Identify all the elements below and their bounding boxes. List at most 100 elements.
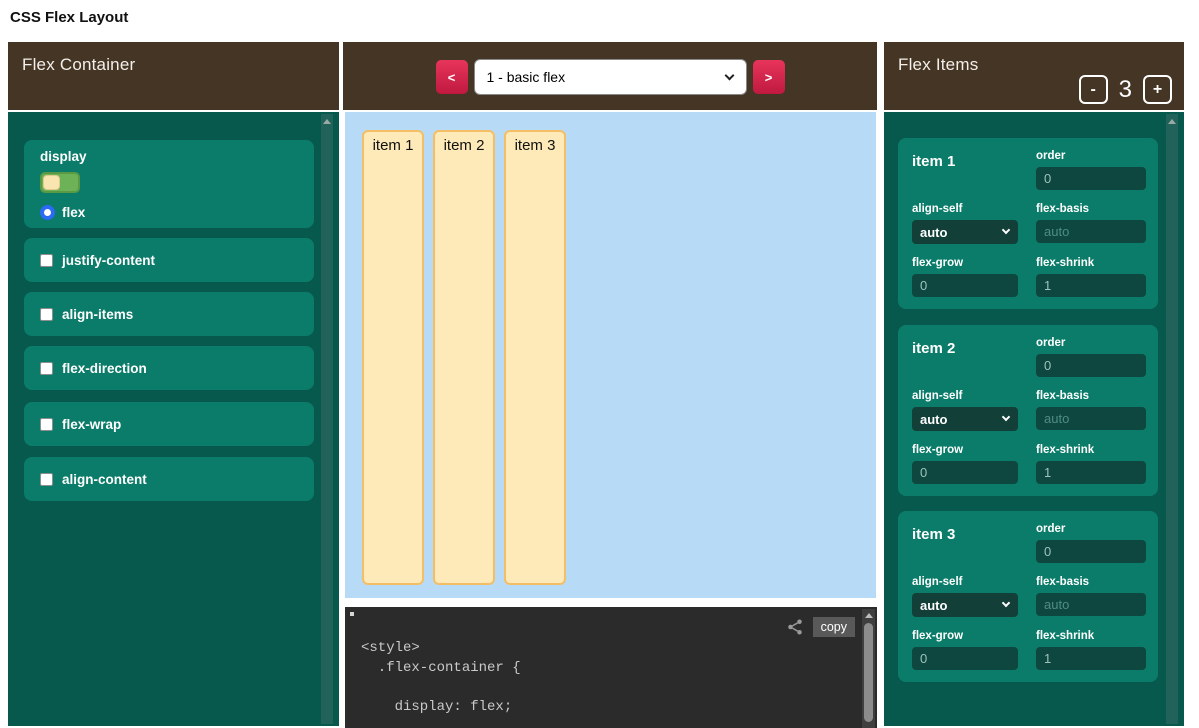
flex-basis-label: flex-basis <box>1036 203 1146 215</box>
flex-shrink-label: flex-shrink <box>1036 257 1146 269</box>
scroll-up-icon[interactable] <box>1168 119 1176 124</box>
checkbox-icon[interactable] <box>40 362 53 375</box>
align-self-select-wrap: auto <box>912 407 1018 431</box>
display-card: display flex <box>24 140 314 228</box>
scroll-up-icon[interactable] <box>323 119 331 124</box>
flex-grow-field: flex-grow <box>912 444 1018 484</box>
flex-shrink-input[interactable] <box>1036 647 1146 670</box>
align-self-select[interactable]: auto <box>912 407 1018 431</box>
list-marker-icon <box>350 612 354 616</box>
item-2-card: item 2 order align-self auto flex-basis <box>898 325 1158 496</box>
flex-items-title: Flex Items <box>898 55 978 75</box>
order-field: order <box>1036 523 1146 563</box>
flex-radio-label: flex <box>62 205 85 220</box>
display-flex-option[interactable]: flex <box>40 205 298 220</box>
align-self-label: align-self <box>912 203 1018 215</box>
scrollbar-thumb[interactable] <box>864 623 873 722</box>
align-self-select-wrap: auto <box>912 220 1018 244</box>
align-content-card[interactable]: align-content <box>24 457 314 501</box>
align-self-field: align-self auto <box>912 390 1018 431</box>
next-example-button[interactable]: > <box>753 60 785 94</box>
flex-shrink-field: flex-shrink <box>1036 444 1146 484</box>
flex-preview-container: item 1 item 2 item 3 <box>345 112 876 598</box>
radio-checked-icon[interactable] <box>40 205 55 220</box>
example-select[interactable]: 1 - basic flex <box>474 59 747 95</box>
flex-grow-input[interactable] <box>912 274 1018 297</box>
left-panel-scrollbar[interactable] <box>321 114 333 724</box>
flex-direction-card[interactable]: flex-direction <box>24 346 314 390</box>
flex-grow-label: flex-grow <box>912 444 1018 456</box>
flex-basis-label: flex-basis <box>1036 390 1146 402</box>
share-icon[interactable] <box>786 618 804 636</box>
flex-basis-input[interactable] <box>1036 220 1146 243</box>
order-label: order <box>1036 523 1146 535</box>
flex-shrink-input[interactable] <box>1036 274 1146 297</box>
example-picker-controls: < 1 - basic flex > <box>343 59 877 95</box>
copy-button[interactable]: copy <box>813 617 855 637</box>
code-controls: copy <box>786 617 855 637</box>
checkbox-icon[interactable] <box>40 473 53 486</box>
flex-basis-label: flex-basis <box>1036 576 1146 588</box>
toggle-knob-icon <box>43 175 60 190</box>
flex-shrink-input[interactable] <box>1036 461 1146 484</box>
flex-container-header: Flex Container <box>8 42 339 110</box>
flex-shrink-label: flex-shrink <box>1036 630 1146 642</box>
display-toggle[interactable] <box>40 172 80 193</box>
order-input[interactable] <box>1036 354 1146 377</box>
checkbox-icon[interactable] <box>40 308 53 321</box>
align-items-label: align-items <box>62 307 133 322</box>
checkbox-icon[interactable] <box>40 254 53 267</box>
align-self-label: align-self <box>912 576 1018 588</box>
flex-grow-field: flex-grow <box>912 257 1018 297</box>
order-input[interactable] <box>1036 167 1146 190</box>
flex-wrap-card[interactable]: flex-wrap <box>24 402 314 446</box>
add-item-button[interactable]: + <box>1143 75 1172 104</box>
code-line: display: flex; <box>361 698 877 718</box>
flex-basis-input[interactable] <box>1036 407 1146 430</box>
preview-item-2: item 2 <box>433 130 495 585</box>
align-self-select-wrap: auto <box>912 593 1018 617</box>
order-field: order <box>1036 150 1146 190</box>
align-self-field: align-self auto <box>912 203 1018 244</box>
flex-direction-label: flex-direction <box>62 361 147 376</box>
preview-item-3: item 3 <box>504 130 566 585</box>
code-text: <style> .flex-container { display: flex; <box>361 639 877 717</box>
preview-item-1: item 1 <box>362 130 424 585</box>
align-self-select[interactable]: auto <box>912 593 1018 617</box>
code-panel: copy <style> .flex-container { display: … <box>345 607 877 728</box>
flex-wrap-label: flex-wrap <box>62 417 121 432</box>
flex-basis-input[interactable] <box>1036 593 1146 616</box>
item-3-card: item 3 order align-self auto flex-basis <box>898 511 1158 682</box>
align-items-card[interactable]: align-items <box>24 292 314 336</box>
flex-basis-field: flex-basis <box>1036 576 1146 617</box>
order-field: order <box>1036 337 1146 377</box>
right-panel-scrollbar[interactable] <box>1166 114 1178 724</box>
order-label: order <box>1036 150 1146 162</box>
example-picker-header: < 1 - basic flex > <box>343 42 877 110</box>
item-1-title: item 1 <box>912 150 1018 190</box>
flex-basis-field: flex-basis <box>1036 390 1146 431</box>
code-line <box>361 678 877 698</box>
code-line: .flex-container { <box>361 659 877 679</box>
align-content-label: align-content <box>62 472 147 487</box>
example-select-wrap: 1 - basic flex <box>474 59 747 95</box>
page-title: CSS Flex Layout <box>10 9 128 26</box>
prev-example-button[interactable]: < <box>436 60 468 94</box>
justify-content-label: justify-content <box>62 253 155 268</box>
flex-items-header: Flex Items - 3 + <box>884 42 1184 110</box>
flex-items-body: item 1 order align-self auto flex-basis <box>884 112 1184 726</box>
order-input[interactable] <box>1036 540 1146 563</box>
remove-item-button[interactable]: - <box>1079 75 1108 104</box>
scroll-up-icon[interactable] <box>865 613 873 618</box>
flex-container-body: display flex justify-content align-items… <box>8 112 339 726</box>
checkbox-icon[interactable] <box>40 418 53 431</box>
display-label: display <box>40 149 298 164</box>
flex-shrink-label: flex-shrink <box>1036 444 1146 456</box>
code-scrollbar[interactable] <box>862 609 875 728</box>
flex-shrink-field: flex-shrink <box>1036 630 1146 670</box>
flex-grow-input[interactable] <box>912 647 1018 670</box>
align-self-select[interactable]: auto <box>912 220 1018 244</box>
flex-grow-input[interactable] <box>912 461 1018 484</box>
justify-content-card[interactable]: justify-content <box>24 238 314 282</box>
flex-shrink-field: flex-shrink <box>1036 257 1146 297</box>
